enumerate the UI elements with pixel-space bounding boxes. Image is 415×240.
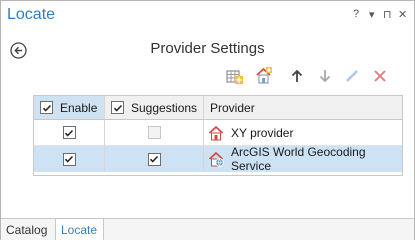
checkmark-icon: [64, 129, 74, 137]
locate-pane: Locate ? ▾ ⊓ ✕ Provider Settings Enable …: [0, 0, 415, 240]
suggestions-cell: [105, 120, 204, 145]
provider-cell: ArcGIS World Geocoding Service: [204, 145, 402, 173]
enable-all-checkbox[interactable]: [40, 101, 53, 114]
grid-header-row: Enable Suggestions Provider: [34, 96, 402, 120]
suggestions-checkbox[interactable]: [147, 152, 161, 166]
table-row-selected[interactable]: ArcGIS World Geocoding Service: [34, 145, 402, 173]
page-title: Provider Settings: [150, 40, 265, 57]
checkmark-icon: [113, 104, 122, 112]
enable-cell: [34, 120, 105, 145]
pin-button[interactable]: ⊓: [383, 8, 392, 21]
table-row[interactable]: XY provider: [34, 120, 402, 146]
pane-titlebar: Locate ? ▾ ⊓ ✕: [1, 1, 414, 33]
tab-locate[interactable]: Locate: [56, 219, 104, 240]
checkmark-icon: [42, 104, 51, 112]
move-down-icon: [319, 70, 331, 83]
add-provider-button[interactable]: [254, 65, 276, 87]
pane-title: Locate: [7, 6, 56, 23]
edit-button[interactable]: [341, 65, 363, 87]
help-button[interactable]: ?: [353, 8, 359, 20]
checkmark-icon: [149, 155, 159, 163]
pane-menu-button[interactable]: ▾: [369, 8, 375, 21]
enable-checkbox[interactable]: [62, 152, 76, 166]
provider-grid: Enable Suggestions Provider XY provider …: [33, 95, 403, 176]
close-pane-button[interactable]: ✕: [398, 8, 407, 21]
xy-provider-icon: [208, 125, 224, 141]
remove-button[interactable]: [369, 65, 391, 87]
add-locator-icon: [226, 70, 243, 84]
provider-name: ArcGIS World Geocoding Service: [231, 145, 366, 173]
add-provider-icon: [256, 67, 272, 84]
provider-column-label: Provider: [210, 100, 255, 115]
checkmark-icon: [64, 155, 74, 163]
edit-icon: [346, 70, 358, 82]
suggestions-cell: [105, 146, 204, 172]
provider-column-header[interactable]: Provider: [204, 96, 402, 119]
enable-cell: [34, 146, 105, 172]
suggestions-column-label: Suggestions: [131, 100, 198, 115]
enable-checkbox[interactable]: [62, 126, 76, 139]
suggestions-checkbox: [147, 126, 161, 139]
provider-cell: XY provider: [204, 120, 402, 145]
remove-icon: [374, 70, 386, 82]
add-locator-button[interactable]: [224, 65, 246, 87]
tab-catalog[interactable]: Catalog: [1, 219, 56, 240]
suggestions-all-checkbox[interactable]: [111, 101, 124, 114]
provider-name: XY provider: [231, 125, 294, 140]
dock-tabs: Catalog Locate: [1, 218, 414, 240]
move-down-button[interactable]: [314, 65, 336, 87]
enable-column-label: Enable: [60, 100, 98, 115]
move-up-button[interactable]: [286, 65, 308, 87]
enable-column-header[interactable]: Enable: [34, 96, 105, 119]
suggestions-column-header[interactable]: Suggestions: [105, 96, 204, 119]
move-up-icon: [291, 69, 303, 82]
geocode-service-icon: [208, 151, 224, 167]
